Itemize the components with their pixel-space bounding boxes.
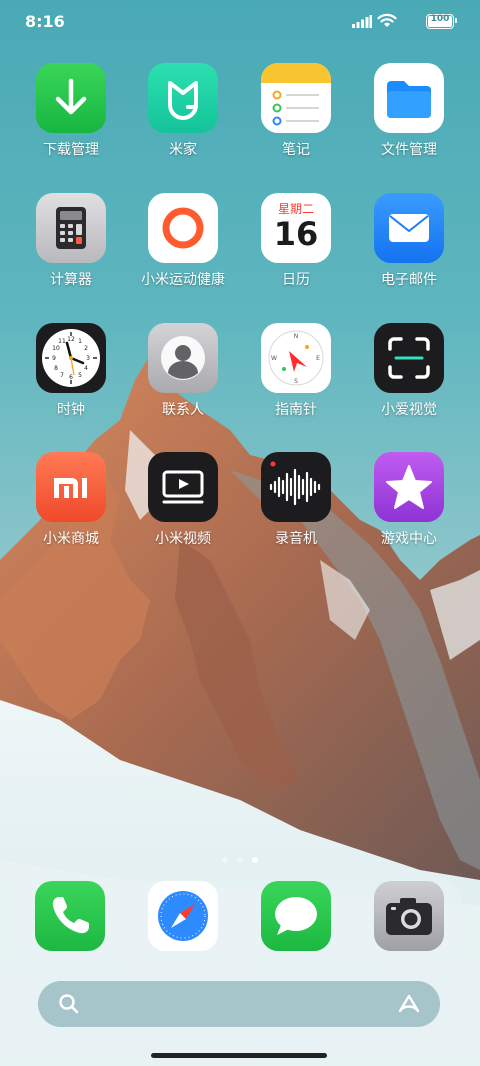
app-label: 笔记 bbox=[282, 142, 310, 158]
mail-icon bbox=[374, 193, 444, 263]
app-email[interactable]: 电子邮件 bbox=[354, 193, 464, 303]
svg-text:8: 8 bbox=[54, 365, 58, 372]
calendar-day: 16 bbox=[273, 215, 319, 253]
svg-text:2: 2 bbox=[84, 345, 88, 352]
app-calendar[interactable]: 星期二 16 日历 bbox=[241, 193, 351, 303]
app-label: 小爱视觉 bbox=[381, 402, 437, 418]
app-label: 时钟 bbox=[57, 402, 85, 418]
svg-text:7: 7 bbox=[60, 372, 64, 379]
app-label: 电子邮件 bbox=[381, 272, 437, 288]
svg-text:E: E bbox=[316, 355, 320, 362]
page-indicator[interactable] bbox=[220, 857, 260, 865]
scan-vision-icon bbox=[374, 323, 444, 393]
calculator-icon bbox=[36, 193, 106, 263]
svg-text:12: 12 bbox=[67, 336, 75, 343]
compass-browser-icon[interactable] bbox=[148, 881, 218, 951]
folder-icon bbox=[374, 63, 444, 133]
app-mi-fitness[interactable]: 小米运动健康 bbox=[128, 193, 238, 303]
svg-text:6: 6 bbox=[69, 374, 73, 381]
app-recorder[interactable]: 录音机 bbox=[241, 452, 351, 562]
clock-icon: 12 3 6 9 12 45 7 8 10 11 bbox=[36, 323, 106, 393]
dock bbox=[16, 877, 462, 957]
app-label: 米家 bbox=[169, 142, 197, 158]
app-mi-video[interactable]: 小米视频 bbox=[128, 452, 238, 562]
app-label: 指南针 bbox=[275, 402, 317, 418]
svg-text:S: S bbox=[294, 378, 298, 385]
search-icon[interactable] bbox=[58, 993, 80, 1015]
app-compass[interactable]: N E S W 指南针 bbox=[241, 323, 351, 433]
app-label: 文件管理 bbox=[381, 142, 437, 158]
app-label: 小米视频 bbox=[155, 531, 211, 547]
app-mijia[interactable]: 米家 bbox=[128, 63, 238, 173]
video-play-icon bbox=[148, 452, 218, 522]
svg-text:11: 11 bbox=[58, 338, 66, 345]
svg-text:3: 3 bbox=[86, 355, 90, 362]
svg-text:5: 5 bbox=[78, 372, 82, 379]
app-file-manager[interactable]: 文件管理 bbox=[354, 63, 464, 173]
app-game-center[interactable]: 游戏中心 bbox=[354, 452, 464, 562]
app-label: 计算器 bbox=[50, 272, 92, 288]
svg-text:N: N bbox=[294, 333, 299, 340]
app-notes[interactable]: 笔记 bbox=[241, 63, 351, 173]
app-label: 游戏中心 bbox=[381, 531, 437, 547]
phone-icon[interactable] bbox=[35, 881, 105, 951]
calendar-icon: 星期二 16 bbox=[261, 193, 331, 263]
app-label: 小米运动健康 bbox=[141, 272, 225, 288]
app-label: 小米商城 bbox=[43, 531, 99, 547]
star-game-icon bbox=[374, 452, 444, 522]
page-dot-active[interactable] bbox=[252, 857, 258, 863]
contacts-icon bbox=[148, 323, 218, 393]
camera-icon[interactable] bbox=[374, 881, 444, 951]
app-mi-store[interactable]: 小米商城 bbox=[16, 452, 126, 562]
svg-text:10: 10 bbox=[52, 345, 60, 352]
app-label: 录音机 bbox=[275, 531, 317, 547]
status-time: 8:16 bbox=[25, 12, 65, 31]
health-ring-icon bbox=[148, 193, 218, 263]
download-arrow-icon bbox=[36, 63, 106, 133]
app-download-manager[interactable]: 下载管理 bbox=[16, 63, 126, 173]
app-contacts[interactable]: 联系人 bbox=[128, 323, 238, 433]
svg-text:4: 4 bbox=[84, 365, 88, 372]
message-bubble-icon[interactable] bbox=[261, 881, 331, 951]
cellular-signal-icon bbox=[352, 15, 372, 28]
wifi-icon bbox=[377, 13, 397, 27]
recorder-waveform-icon bbox=[261, 452, 331, 522]
search-bar[interactable] bbox=[38, 981, 440, 1027]
svg-text:9: 9 bbox=[52, 355, 56, 362]
app-label: 日历 bbox=[282, 272, 310, 288]
app-label: 下载管理 bbox=[43, 142, 99, 158]
mi-store-icon bbox=[36, 452, 106, 522]
home-indicator[interactable] bbox=[151, 1053, 327, 1058]
app-xiaoai-vision[interactable]: 小爱视觉 bbox=[354, 323, 464, 433]
page-dot[interactable] bbox=[222, 857, 228, 863]
mijia-icon bbox=[148, 63, 218, 133]
app-clock[interactable]: 12 3 6 9 12 45 7 8 10 11 时钟 bbox=[16, 323, 126, 433]
notes-icon bbox=[261, 63, 331, 133]
battery-icon: 100 bbox=[426, 14, 457, 29]
battery-level: 100 bbox=[430, 14, 450, 24]
compass-icon: N E S W bbox=[261, 323, 331, 393]
svg-text:W: W bbox=[271, 355, 277, 362]
app-label: 联系人 bbox=[162, 402, 204, 418]
svg-text:1: 1 bbox=[78, 338, 82, 345]
status-bar: 8:16 100 bbox=[0, 0, 480, 44]
app-calculator[interactable]: 计算器 bbox=[16, 193, 126, 303]
page-dot[interactable] bbox=[237, 857, 243, 863]
assistant-icon[interactable] bbox=[396, 993, 422, 1015]
